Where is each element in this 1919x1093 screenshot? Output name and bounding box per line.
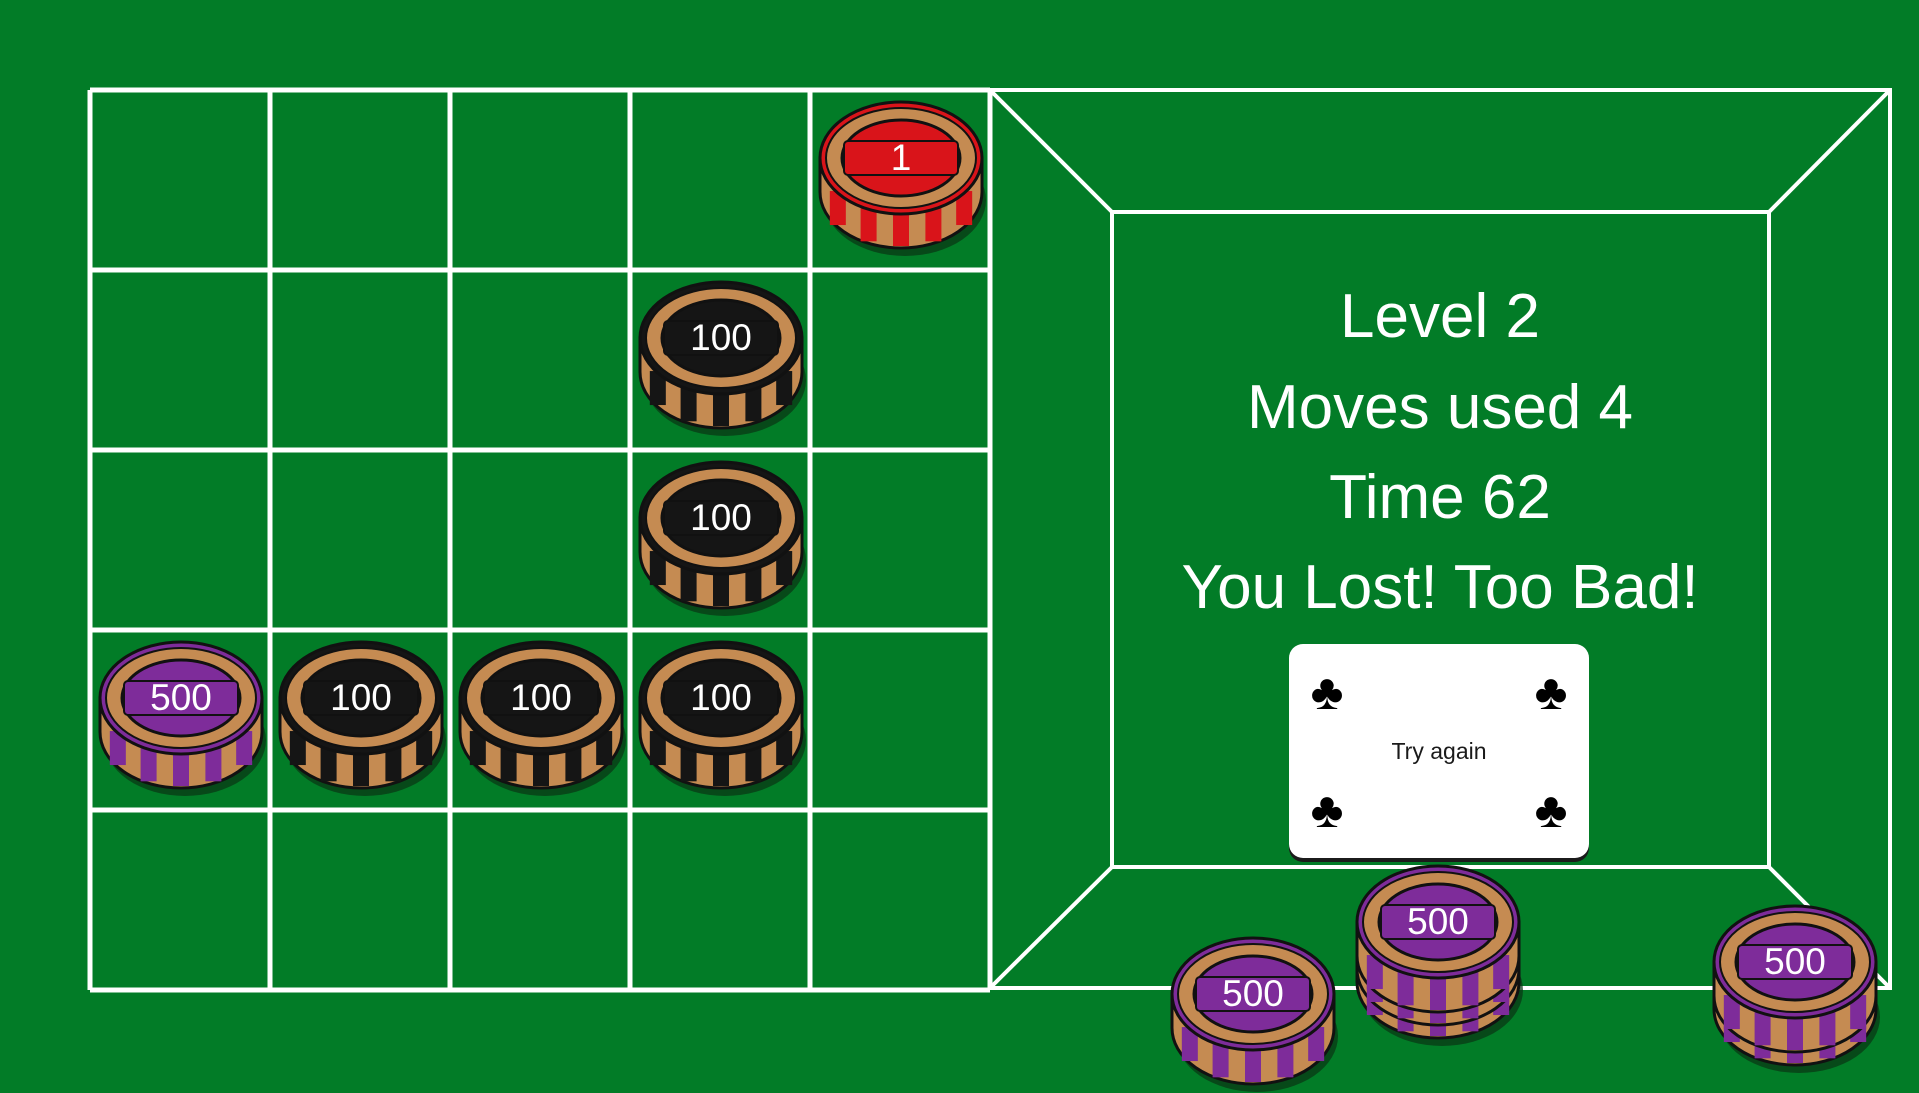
board-cell[interactable] bbox=[93, 453, 267, 627]
chip-black[interactable]: 100 bbox=[458, 638, 626, 796]
result-message: You Lost! Too Bad! bbox=[1181, 553, 1699, 622]
board-cell[interactable] bbox=[633, 93, 807, 267]
board-cell[interactable] bbox=[93, 813, 267, 987]
board-cell[interactable] bbox=[813, 633, 987, 807]
board-cell[interactable] bbox=[453, 273, 627, 447]
board-cell[interactable] bbox=[273, 813, 447, 987]
board-cell[interactable] bbox=[93, 93, 267, 267]
chip-stack-purple[interactable]: 500 bbox=[1170, 934, 1338, 1092]
chip-black[interactable]: 100 bbox=[638, 278, 806, 436]
chip-black[interactable]: 100 bbox=[638, 458, 806, 616]
try-again-label: Try again bbox=[1391, 737, 1487, 764]
chip-stack-purple[interactable]: 500 bbox=[1712, 902, 1880, 1073]
board-cell[interactable] bbox=[813, 813, 987, 987]
time-text: Time 62 bbox=[1329, 463, 1551, 532]
board-cell[interactable] bbox=[453, 93, 627, 267]
board-cell[interactable] bbox=[453, 453, 627, 627]
chip-purple[interactable]: 500 bbox=[98, 638, 266, 796]
try-again-button[interactable]: ♣ ♣ ♣ ♣ Try again bbox=[1289, 644, 1589, 858]
chip-black[interactable]: 100 bbox=[638, 638, 806, 796]
board-cell[interactable] bbox=[93, 273, 267, 447]
board-cell[interactable] bbox=[813, 453, 987, 627]
chip-stack-purple[interactable]: 500 bbox=[1355, 862, 1523, 1046]
level-text: Level 2 bbox=[1340, 282, 1540, 351]
board-cell[interactable] bbox=[453, 813, 627, 987]
board-cell[interactable] bbox=[273, 93, 447, 267]
board-cell[interactable] bbox=[273, 273, 447, 447]
chip-red[interactable]: 1 bbox=[818, 98, 986, 256]
board-cell[interactable] bbox=[813, 273, 987, 447]
board-cell[interactable] bbox=[273, 453, 447, 627]
moves-used-text: Moves used 4 bbox=[1247, 373, 1633, 442]
board-cell[interactable] bbox=[633, 813, 807, 987]
chip-black[interactable]: 100 bbox=[278, 638, 446, 796]
